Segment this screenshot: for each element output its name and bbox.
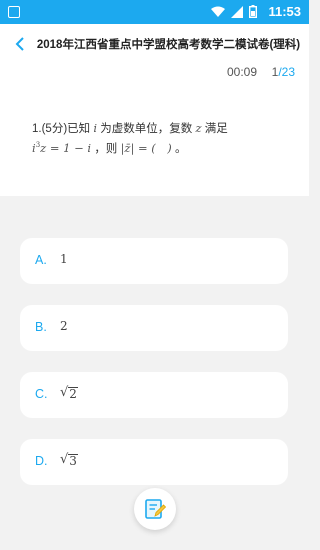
radicand: 3 [68,454,78,468]
answer-sheet-edit-icon [145,499,166,519]
math-equation-rest: z = 1 − i [40,141,92,155]
option-a[interactable]: A. 1 [20,238,288,284]
math-var-i: i [93,121,98,135]
question-text: 为虚数单位，复数 [100,123,193,135]
option-letter: C. [35,387,48,401]
option-value: √ 3 [60,453,78,468]
math-abs-expression: |z̄| = ( ) [120,141,172,155]
question-line-2: i3z = 1 − i ，则 |z̄| = ( ) 。 [32,140,186,156]
total-questions: /23 [278,65,295,79]
option-letter: B. [35,320,47,334]
question-counter: 1/23 [272,65,295,79]
signal-icon [231,5,243,18]
option-d[interactable]: D. √ 3 [20,439,288,485]
question-card: 1.(5分)已知 i 为虚数单位，复数 z 满足 i3z = 1 − i ，则 … [0,104,309,196]
status-time: 11:53 [268,4,301,19]
app-notification-icon [8,6,20,18]
option-letter: A. [35,253,47,267]
math-var-z: z [195,121,202,135]
question-line-1: 1.(5分)已知 i 为虚数单位，复数 z 满足 [32,120,228,136]
battery-icon [249,5,257,18]
option-value: 2 [60,319,68,333]
wifi-icon [211,6,225,17]
chevron-left-icon [15,37,24,51]
option-b[interactable]: B. 2 [20,305,288,351]
question-text: 满足 [204,123,228,135]
question-end: 。 [174,143,187,155]
option-value: √ 2 [60,386,78,401]
question-text: ，则 [94,143,118,155]
math-equation: i3z = 1 − i [32,141,91,155]
radical-sign: √ [60,385,69,400]
radicand: 2 [68,387,78,401]
question-prefix: 1.(5分)已知 [32,123,91,135]
timer: 00:09 [226,65,257,79]
page-title: 2018年江西省重点中学盟校高考数学二模试卷(理科) [36,39,301,51]
option-value: 1 [60,252,68,266]
answer-sheet-button[interactable] [134,488,176,530]
progress-row: 00:09 1/23 [0,64,309,104]
status-icons [211,5,257,18]
header: 2018年江西省重点中学盟校高考数学二模试卷(理科) [0,24,309,64]
option-c[interactable]: C. √ 2 [20,372,288,418]
option-letter: D. [35,454,48,468]
radical-sign: √ [60,452,69,467]
status-bar: 11:53 [0,0,309,24]
back-button[interactable] [10,34,30,54]
